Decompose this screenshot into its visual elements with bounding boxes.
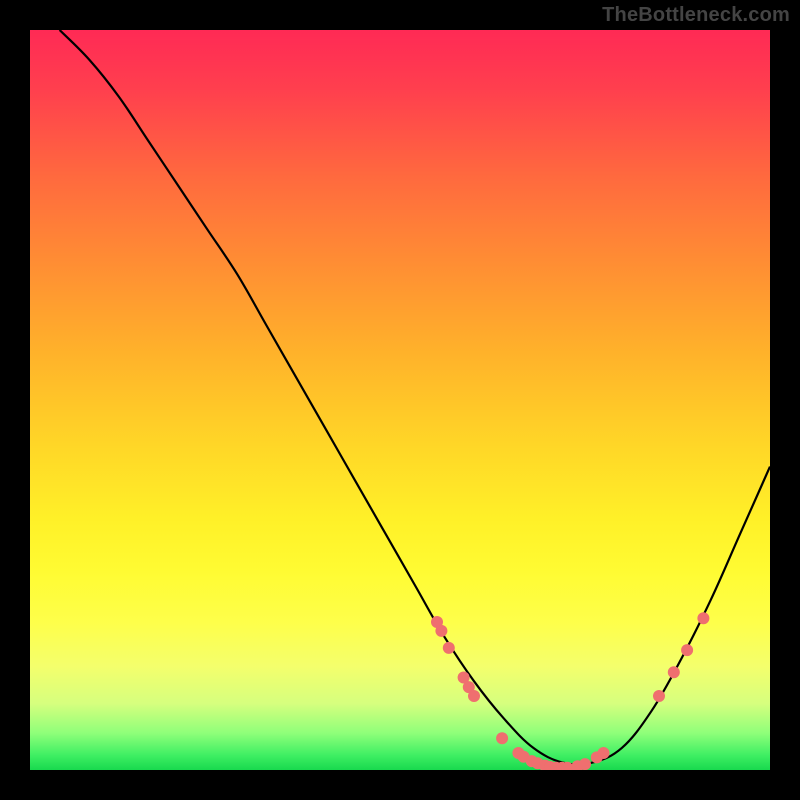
data-marker <box>681 644 693 656</box>
watermark-text: TheBottleneck.com <box>602 4 790 27</box>
bottleneck-curve <box>60 30 770 765</box>
marker-layer <box>431 612 709 770</box>
data-marker <box>598 747 610 759</box>
plot-area <box>30 30 770 770</box>
chart-frame: TheBottleneck.com <box>0 0 800 800</box>
data-marker <box>668 666 680 678</box>
data-marker <box>443 642 455 654</box>
chart-svg <box>30 30 770 770</box>
data-marker <box>697 612 709 624</box>
data-marker <box>653 690 665 702</box>
data-marker <box>468 690 480 702</box>
data-marker <box>496 732 508 744</box>
data-marker <box>435 625 447 637</box>
data-marker <box>579 758 591 770</box>
